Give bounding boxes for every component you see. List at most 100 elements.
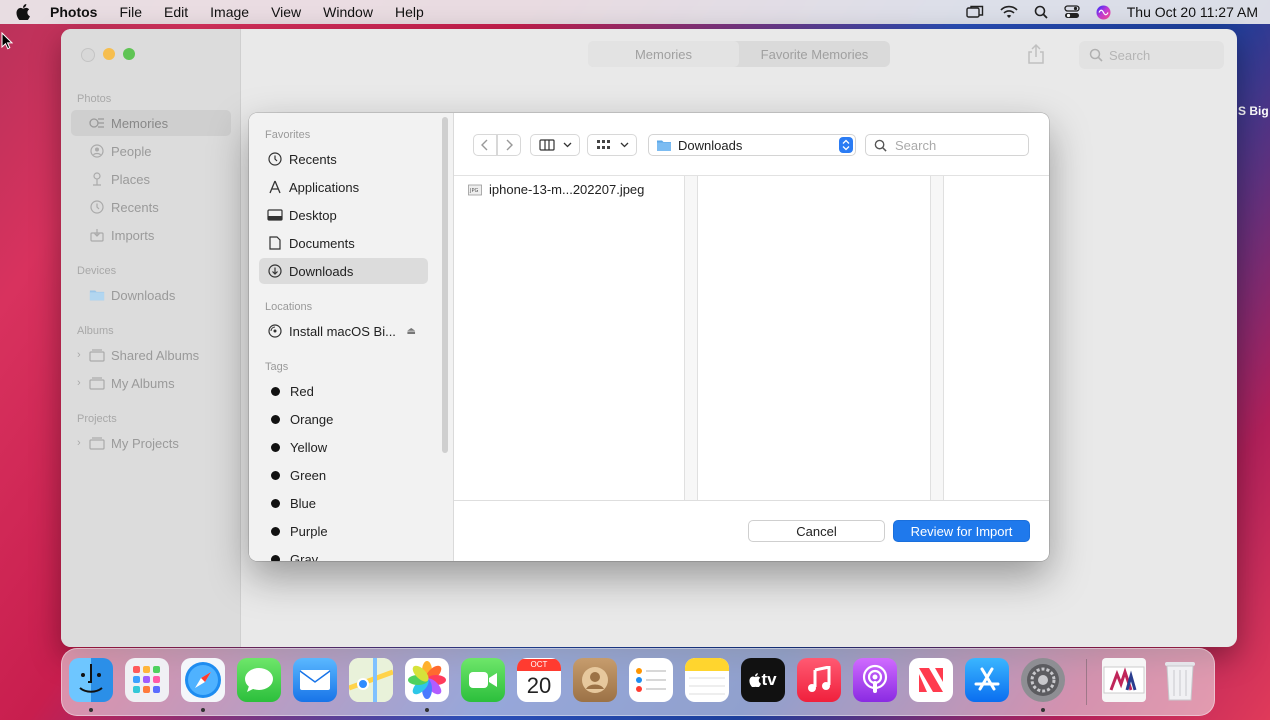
columns-view-icon: [538, 139, 555, 151]
reminders-icon[interactable]: [629, 658, 673, 702]
facetime-icon[interactable]: [461, 658, 505, 702]
sidebar-item-memories[interactable]: Memories: [71, 110, 231, 136]
sidebar-tag-yellow[interactable]: Yellow: [259, 434, 428, 460]
launchpad-icon[interactable]: [125, 658, 169, 702]
sidebar-tag-blue[interactable]: Blue: [259, 490, 428, 516]
chevron-right-icon[interactable]: ›: [77, 437, 81, 449]
browser-column: JPG iphone-13-m...202207.jpeg ||: [454, 176, 691, 500]
chevron-right-icon: [506, 139, 513, 151]
music-icon[interactable]: [797, 658, 841, 702]
menu-clock[interactable]: Thu Oct 20 11:27 AM: [1127, 4, 1258, 20]
finder-icon[interactable]: [69, 658, 113, 702]
clock-icon: [267, 152, 283, 166]
maps-icon[interactable]: [349, 658, 393, 702]
sidebar-item-applications[interactable]: Applications: [259, 174, 428, 200]
file-item[interactable]: JPG iphone-13-m...202207.jpeg: [468, 182, 644, 197]
people-icon: [89, 144, 105, 158]
tag-label: Green: [290, 467, 327, 483]
sidebar-item-documents[interactable]: Documents: [259, 230, 428, 256]
messages-icon[interactable]: [237, 658, 281, 702]
spotlight-icon[interactable]: [1034, 5, 1048, 19]
chevron-right-icon[interactable]: ›: [77, 349, 81, 361]
siri-icon[interactable]: [1096, 5, 1111, 20]
chevron-right-icon[interactable]: ›: [77, 377, 81, 389]
sidebar-tag-green[interactable]: Green: [259, 462, 428, 488]
menu-window[interactable]: Window: [323, 4, 373, 20]
tag-dot-icon: [271, 554, 280, 561]
sidebar-item-my-albums[interactable]: › My Albums: [71, 370, 231, 396]
dock-separator: [1086, 659, 1087, 705]
tag-label: Orange: [290, 411, 334, 427]
preview-document-icon[interactable]: [1102, 658, 1146, 702]
sidebar-item-my-projects[interactable]: › My Projects: [71, 430, 231, 456]
dialog-search-field[interactable]: Search: [865, 134, 1029, 156]
apple-menu-icon[interactable]: [16, 4, 36, 20]
applications-icon: [267, 180, 283, 194]
location-popup[interactable]: Downloads: [648, 134, 856, 156]
trash-icon[interactable]: [1158, 658, 1202, 702]
sidebar-item-label: Recents: [111, 199, 159, 215]
photos-icon[interactable]: [405, 658, 449, 702]
column-separator[interactable]: [685, 176, 698, 500]
system-preferences-icon[interactable]: [1021, 658, 1065, 702]
sidebar-item-recents[interactable]: Recents: [71, 194, 231, 220]
sidebar-item-label: Memories: [111, 115, 169, 131]
sidebar-item-recents[interactable]: Recents: [259, 146, 428, 172]
zoom-button[interactable]: [123, 48, 135, 60]
tag-dot-icon: [271, 442, 280, 452]
sidebar-tag-purple[interactable]: Purple: [259, 518, 428, 544]
apple-tv-icon[interactable]: tv: [741, 658, 785, 702]
tag-dot-icon: [271, 526, 280, 536]
column-separator[interactable]: [931, 176, 944, 500]
sidebar-section-locations: Locations: [265, 301, 313, 313]
menu-help[interactable]: Help: [395, 4, 424, 20]
control-center-icon[interactable]: [1064, 5, 1080, 19]
view-mode-button[interactable]: [530, 134, 580, 156]
close-button[interactable]: [81, 48, 95, 62]
back-button[interactable]: [473, 134, 497, 156]
news-icon[interactable]: [909, 658, 953, 702]
sidebar-item-shared-albums[interactable]: › Shared Albums: [71, 342, 231, 368]
menu-file[interactable]: File: [119, 4, 142, 20]
sidebar-tag-orange[interactable]: Orange: [259, 406, 428, 432]
sidebar-tag-red[interactable]: Red: [259, 378, 428, 404]
memories-segmented-control: Memories Favorite Memories: [588, 41, 890, 67]
group-button[interactable]: [587, 134, 637, 156]
sidebar-item-places[interactable]: Places: [71, 166, 231, 192]
sidebar-item-label: My Projects: [111, 435, 179, 451]
app-store-icon[interactable]: [965, 658, 1009, 702]
menu-app-name[interactable]: Photos: [50, 4, 97, 20]
sidebar-item-imports[interactable]: Imports: [71, 222, 231, 248]
eject-icon[interactable]: ⏏: [407, 326, 416, 337]
disk-icon: [267, 324, 283, 338]
photos-search-field[interactable]: Search: [1079, 41, 1224, 69]
sidebar-scrollbar[interactable]: [442, 117, 448, 453]
notes-icon[interactable]: [685, 658, 729, 702]
sidebar-item-install-macos[interactable]: Install macOS Bi... ⏏: [259, 318, 428, 344]
menu-image[interactable]: Image: [210, 4, 249, 20]
contacts-icon[interactable]: [573, 658, 617, 702]
podcasts-icon[interactable]: [853, 658, 897, 702]
sidebar-item-downloads[interactable]: Downloads: [259, 258, 428, 284]
sidebar-item-downloads[interactable]: Downloads: [71, 282, 231, 308]
screen-mirroring-icon[interactable]: [966, 5, 984, 19]
sidebar-item-people[interactable]: People: [71, 138, 231, 164]
segment-memories[interactable]: Memories: [588, 41, 739, 67]
cancel-button[interactable]: Cancel: [748, 520, 885, 542]
menu-view[interactable]: View: [271, 4, 301, 20]
share-icon[interactable]: [1026, 43, 1046, 65]
sidebar-item-desktop[interactable]: Desktop: [259, 202, 428, 228]
wifi-icon[interactable]: [1000, 5, 1018, 19]
calendar-icon[interactable]: OCT 20: [517, 658, 561, 702]
mail-icon[interactable]: [293, 658, 337, 702]
menu-edit[interactable]: Edit: [164, 4, 188, 20]
safari-icon[interactable]: [181, 658, 225, 702]
browser-column-preview: [698, 176, 931, 500]
project-icon: [89, 436, 105, 450]
segment-favorite-memories[interactable]: Favorite Memories: [739, 41, 890, 67]
minimize-button[interactable]: [103, 48, 115, 60]
memories-icon: [89, 117, 105, 129]
sidebar-tag-gray[interactable]: Gray: [259, 546, 428, 561]
review-for-import-button[interactable]: Review for Import: [893, 520, 1030, 542]
forward-button[interactable]: [497, 134, 521, 156]
